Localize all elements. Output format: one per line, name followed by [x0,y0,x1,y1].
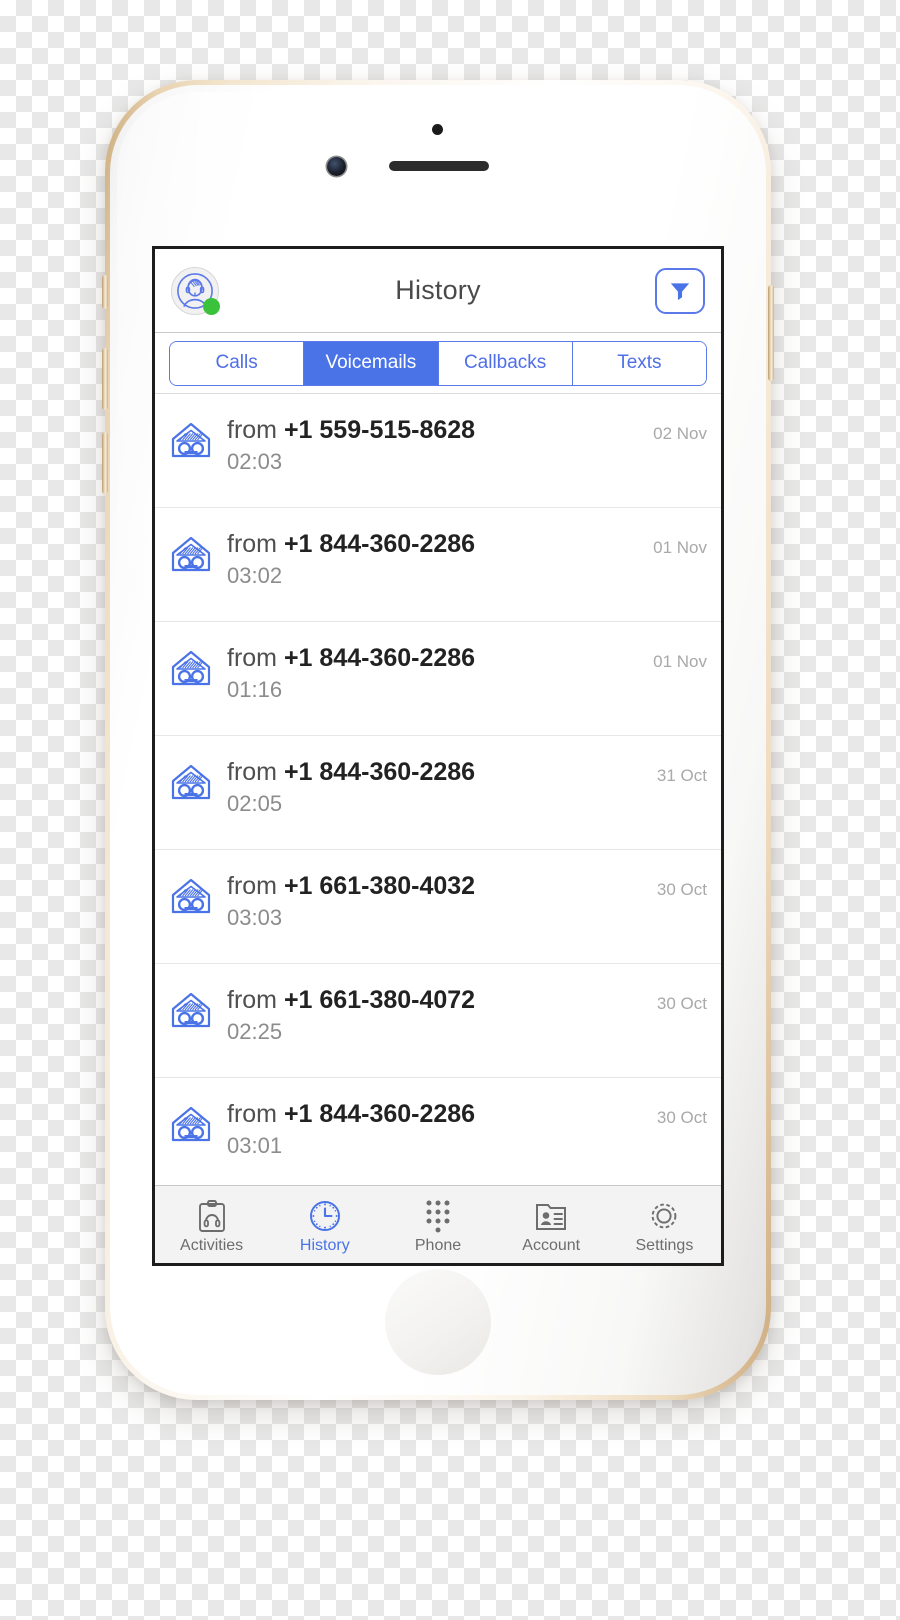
power-button[interactable] [768,285,774,381]
row-content: from +1 844-360-2286 01:16 [227,644,653,703]
voicemail-date: 30 Oct [656,1108,707,1127]
volume-down-button[interactable] [102,348,108,410]
tab-calls[interactable]: Calls [170,341,305,385]
row-caller: from +1 661-380-4072 [227,986,657,1014]
voicemail-envelope-icon [169,876,213,916]
voicemail-envelope-icon [169,990,213,1030]
phone-device: History Calls Voicemails Callbacks Texts [102,80,774,1400]
voicemail-duration: 02:03 [227,449,283,474]
row-content: from +1 661-380-4072 02:25 [227,986,657,1045]
voicemail-date: 30 Oct [656,880,707,899]
voicemail-list[interactable]: from +1 559-515-8628 02:03 02 Nov from +… [155,393,721,1185]
segmented-control: Calls Voicemails Callbacks Texts [169,340,707,386]
tab-callbacks[interactable]: Callbacks [438,341,573,385]
voicemail-date: 02 Nov [653,424,707,443]
voicemail-duration: 03:03 [227,905,283,930]
filter-button[interactable] [655,267,705,314]
phone-number: +1 559-515-8628 [283,416,476,444]
history-filter-tabs: Calls Voicemails Callbacks Texts [155,333,721,393]
proximity-sensor [432,124,443,135]
tab-label: Settings [635,1236,694,1254]
phone-number: +1 844-360-2286 [283,758,476,786]
filter-funnel-icon [670,282,690,300]
row-caller: from +1 844-360-2286 [227,758,657,786]
tab-label: Account [522,1236,581,1254]
table-row[interactable]: from +1 661-380-4072 02:25 30 Oct [155,964,721,1078]
phone-number: +1 661-380-4072 [283,986,476,1014]
clock-icon [309,1199,341,1233]
voicemail-envelope-icon [169,1104,213,1144]
voicemail-duration: 02:05 [227,791,283,816]
navigation-bar: History [155,249,721,333]
row-caller: from +1 559-515-8628 [227,416,653,444]
tab-history[interactable]: History [268,1186,381,1263]
tab-activities[interactable]: Activities [155,1186,268,1263]
phone-number: +1 844-360-2286 [283,1100,476,1128]
tab-label: Phone [414,1236,462,1254]
voicemail-envelope-icon [169,762,213,802]
table-row[interactable]: from +1 844-360-2286 03:02 01 Nov [155,508,721,622]
row-caller: from +1 844-360-2286 [227,644,653,672]
voicemail-envelope-icon [169,648,213,688]
tab-texts[interactable]: Texts [572,341,706,385]
online-status-dot [203,297,220,315]
phone-number: +1 844-360-2286 [283,644,476,672]
tab-label: History [299,1236,350,1254]
voicemail-duration: 03:02 [227,563,283,588]
front-camera [327,157,346,176]
phone-screen: History Calls Voicemails Callbacks Texts [152,246,724,1266]
row-caller: from +1 844-360-2286 [227,1100,657,1128]
voicemail-date: 30 Oct [656,994,707,1013]
from-label: from [227,872,277,900]
bottom-tab-bar: Activities History Phone Account Setting… [155,1185,721,1263]
page-title: History [395,275,481,305]
tab-settings[interactable]: Settings [608,1186,721,1263]
tab-phone[interactable]: Phone [381,1186,494,1263]
contact-card-icon [535,1199,567,1233]
from-label: from [227,986,277,1014]
tab-label: Activities [180,1236,244,1254]
voicemail-envelope-icon [169,420,213,460]
row-caller: from +1 661-380-4032 [227,872,657,900]
dialpad-icon [424,1199,452,1233]
voicemail-duration: 03:01 [227,1133,283,1158]
voicemail-date: 01 Nov [653,652,707,671]
row-content: from +1 559-515-8628 02:03 [227,416,653,475]
voicemail-envelope-icon [169,534,213,574]
row-content: from +1 844-360-2286 03:02 [227,530,653,589]
from-label: from [227,416,277,444]
silent-switch[interactable] [102,275,108,309]
table-row[interactable]: from +1 844-360-2286 03:01 30 Oct [155,1078,721,1185]
voicemail-duration: 01:16 [227,677,283,702]
row-content: from +1 661-380-4032 03:03 [227,872,657,931]
table-row[interactable]: from +1 844-360-2286 01:16 01 Nov [155,622,721,736]
phone-number: +1 661-380-4032 [283,872,476,900]
voicemail-date: 01 Nov [653,538,707,557]
tab-account[interactable]: Account [495,1186,608,1263]
volume-up-button[interactable] [102,432,108,494]
tab-voicemails[interactable]: Voicemails [304,341,439,385]
row-caller: from +1 844-360-2286 [227,530,653,558]
phone-number: +1 844-360-2286 [283,530,476,558]
from-label: from [227,1100,277,1128]
from-label: from [227,530,277,558]
clipboard-headset-icon [197,1199,227,1233]
from-label: from [227,758,277,786]
home-button[interactable] [382,1266,494,1378]
voicemail-date: 31 Oct [656,766,707,785]
gear-icon [648,1199,680,1233]
voicemail-duration: 02:25 [227,1019,283,1044]
table-row[interactable]: from +1 661-380-4032 03:03 30 Oct [155,850,721,964]
row-content: from +1 844-360-2286 02:05 [227,758,657,817]
table-row[interactable]: from +1 559-515-8628 02:03 02 Nov [155,394,721,508]
from-label: from [227,644,277,672]
avatar[interactable] [171,266,220,315]
table-row[interactable]: from +1 844-360-2286 02:05 31 Oct [155,736,721,850]
earpiece-speaker [389,161,489,171]
row-content: from +1 844-360-2286 03:01 [227,1100,657,1159]
